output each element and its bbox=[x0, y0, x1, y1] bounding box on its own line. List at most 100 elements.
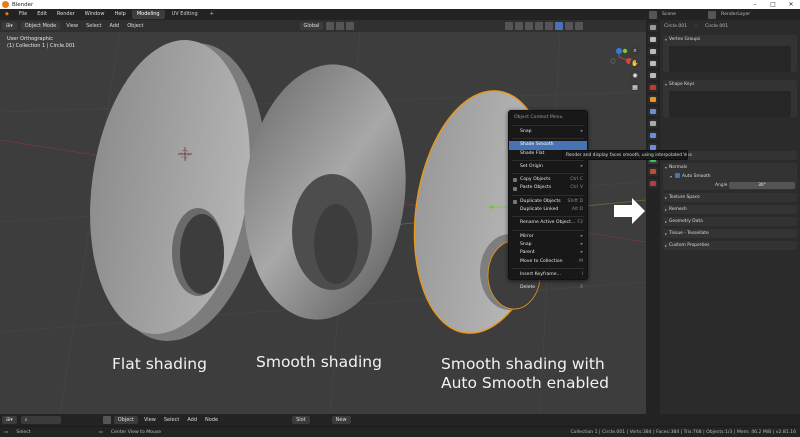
tab-object[interactable] bbox=[648, 95, 658, 104]
menu-object[interactable]: Object bbox=[123, 20, 147, 32]
menu-item-mirror[interactable]: Mirror ▸ bbox=[509, 233, 587, 241]
viewport-navigation-toolbar: ⌕ ✋ ◉ ▦ bbox=[630, 44, 644, 94]
bottom-editor-header: ⊞▾ ⌕ Object View Select Add Node Slot Ne… bbox=[0, 414, 800, 426]
shape-keys-list[interactable] bbox=[669, 91, 791, 117]
zoom-icon[interactable]: ⌕ bbox=[630, 46, 640, 56]
material-shading-icon[interactable] bbox=[565, 22, 574, 30]
pan-icon[interactable]: ✋ bbox=[630, 58, 640, 68]
editor-type-dropdown[interactable]: ⊞▾ bbox=[2, 22, 17, 30]
vertex-groups-list[interactable] bbox=[669, 46, 791, 72]
tab-modifiers[interactable] bbox=[648, 107, 658, 116]
remesh-header[interactable]: Remesh bbox=[663, 205, 797, 214]
menu-edit[interactable]: Edit bbox=[32, 9, 52, 20]
scene-label[interactable]: Scene bbox=[658, 12, 680, 17]
gizmo-icon[interactable] bbox=[515, 22, 524, 30]
bottom-search-field[interactable]: ⌕ bbox=[20, 416, 61, 424]
maximize-icon[interactable]: □ bbox=[764, 0, 782, 9]
vertex-groups-header[interactable]: Vertex Groups bbox=[663, 35, 797, 44]
menu-render[interactable]: Render bbox=[52, 9, 80, 20]
slot-dropdown[interactable]: Slot bbox=[292, 416, 310, 424]
tab-world[interactable] bbox=[648, 83, 658, 92]
menu-item-parent[interactable]: Parent ▸ bbox=[509, 249, 587, 257]
proportional-editing-icon[interactable] bbox=[346, 22, 355, 30]
snap-icon[interactable] bbox=[336, 22, 345, 30]
camera-icon[interactable]: ◉ bbox=[630, 70, 640, 80]
custom-properties-header[interactable]: Custom Properties bbox=[663, 241, 797, 250]
menu-item-move-to-collection[interactable]: Move to Collection M bbox=[509, 258, 587, 266]
tab-scene[interactable] bbox=[648, 71, 658, 80]
menu-item-paste-objects[interactable]: Paste Objects Ctrl V bbox=[509, 184, 587, 192]
menu-item-rename[interactable]: Rename Active Object... F2 bbox=[509, 219, 587, 227]
menu-item-snap-tools[interactable]: Snap ▸ bbox=[509, 128, 587, 136]
texture-space-header[interactable]: Texture Space bbox=[663, 193, 797, 202]
tab-modeling[interactable]: Modeling bbox=[131, 10, 165, 19]
menu-item-insert-keyframe[interactable]: Insert Keyframe... I bbox=[509, 271, 587, 279]
blender-menu-icon[interactable]: ◆ bbox=[0, 9, 14, 20]
view-layer-label[interactable]: RenderLayer bbox=[717, 12, 754, 17]
menu-item-copy-objects[interactable]: Copy Objects Ctrl C bbox=[509, 176, 587, 184]
minimize-icon[interactable]: – bbox=[746, 0, 764, 9]
tab-texture[interactable] bbox=[648, 179, 658, 188]
close-icon[interactable]: ✕ bbox=[782, 0, 800, 9]
menu-item-delete[interactable]: Delete X bbox=[509, 284, 587, 292]
shape-keys-header[interactable]: Shape Keys bbox=[663, 80, 797, 89]
menu-item-duplicate-linked[interactable]: Duplicate Linked Alt D bbox=[509, 206, 587, 214]
bottom-menu-add[interactable]: Add bbox=[183, 414, 201, 426]
visibility-icon[interactable] bbox=[505, 22, 514, 30]
bottom-editor-type-dropdown[interactable]: ⊞▾ bbox=[2, 416, 17, 424]
context-menu-title: Object Context Menu bbox=[514, 115, 563, 120]
geometry-data-header[interactable]: Geometry Data bbox=[663, 217, 797, 226]
rendered-shading-icon[interactable] bbox=[575, 22, 584, 30]
bottom-menu-view[interactable]: View bbox=[140, 414, 160, 426]
menu-select[interactable]: Select bbox=[82, 20, 105, 32]
object-mode-dropdown[interactable]: Object Mode bbox=[20, 22, 61, 30]
xray-icon[interactable] bbox=[535, 22, 544, 30]
pivot-icon[interactable] bbox=[326, 22, 335, 30]
menu-help[interactable]: Help bbox=[109, 9, 130, 20]
menu-view[interactable]: View bbox=[62, 20, 82, 32]
tab-uv-editing[interactable]: UV Editing bbox=[167, 10, 203, 19]
status-center-view-hint: Center View to Mouse bbox=[110, 429, 162, 435]
duplicate-icon bbox=[513, 200, 517, 205]
menu-item-duplicate-objects[interactable]: Duplicate Objects Shift D bbox=[509, 198, 587, 206]
status-bar: ▭ Select ▭ Center View to Mouse Collecti… bbox=[0, 426, 800, 437]
menu-item-set-origin[interactable]: Set Origin ▸ bbox=[509, 163, 587, 171]
smooth-shaded-disc bbox=[244, 64, 406, 320]
normals-header[interactable]: Normals bbox=[663, 163, 797, 172]
panel-tissue-tessellate: Tissue - Tessellate bbox=[663, 229, 797, 238]
grid-view-icon[interactable]: ▦ bbox=[630, 82, 640, 92]
top-menubar: ◆ File Edit Render Window Help Modeling … bbox=[0, 9, 646, 20]
auto-smooth-checkbox[interactable] bbox=[675, 173, 680, 178]
bottom-menu-select[interactable]: Select bbox=[160, 414, 183, 426]
tab-render[interactable] bbox=[648, 35, 658, 44]
transform-orientation-dropdown[interactable]: Global bbox=[299, 22, 324, 30]
object-name: Circle.001 bbox=[664, 23, 688, 29]
tab-physics[interactable] bbox=[648, 131, 658, 140]
caption-flat-shading: Flat shading bbox=[112, 355, 207, 373]
tab-output[interactable] bbox=[648, 47, 658, 56]
tissue-tessellate-header[interactable]: Tissue - Tessellate bbox=[663, 229, 797, 238]
mesh-name: Circle.001 bbox=[704, 23, 729, 29]
menu-file[interactable]: File bbox=[14, 9, 32, 20]
object-dropdown[interactable]: Object bbox=[113, 416, 138, 424]
tab-view-layer[interactable] bbox=[648, 59, 658, 68]
menu-item-shade-smooth[interactable]: Shade Smooth bbox=[509, 141, 587, 150]
menu-add[interactable]: Add bbox=[106, 20, 124, 32]
tab-tool[interactable] bbox=[648, 23, 658, 32]
properties-breadcrumb: Circle.001 › Circle.001 bbox=[660, 20, 800, 32]
node-tree-icon[interactable] bbox=[102, 416, 111, 424]
new-material-button[interactable]: New bbox=[331, 416, 351, 424]
add-workspace-button[interactable]: + bbox=[205, 10, 219, 19]
tab-material[interactable] bbox=[648, 167, 658, 176]
solid-shading-icon[interactable] bbox=[555, 22, 564, 30]
menu-item-snap[interactable]: Snap ▸ bbox=[509, 241, 587, 249]
tab-particles[interactable] bbox=[648, 119, 658, 128]
bottom-menu-node[interactable]: Node bbox=[201, 414, 222, 426]
copy-icon bbox=[513, 178, 517, 183]
properties-top-header: Scene RenderLayer bbox=[646, 9, 800, 20]
wireframe-shading-icon[interactable] bbox=[545, 22, 554, 30]
auto-smooth-row[interactable]: Auto Smooth bbox=[663, 172, 797, 181]
menu-window[interactable]: Window bbox=[80, 9, 110, 20]
angle-field[interactable]: 30° bbox=[729, 182, 795, 189]
overlay-icon[interactable] bbox=[525, 22, 534, 30]
